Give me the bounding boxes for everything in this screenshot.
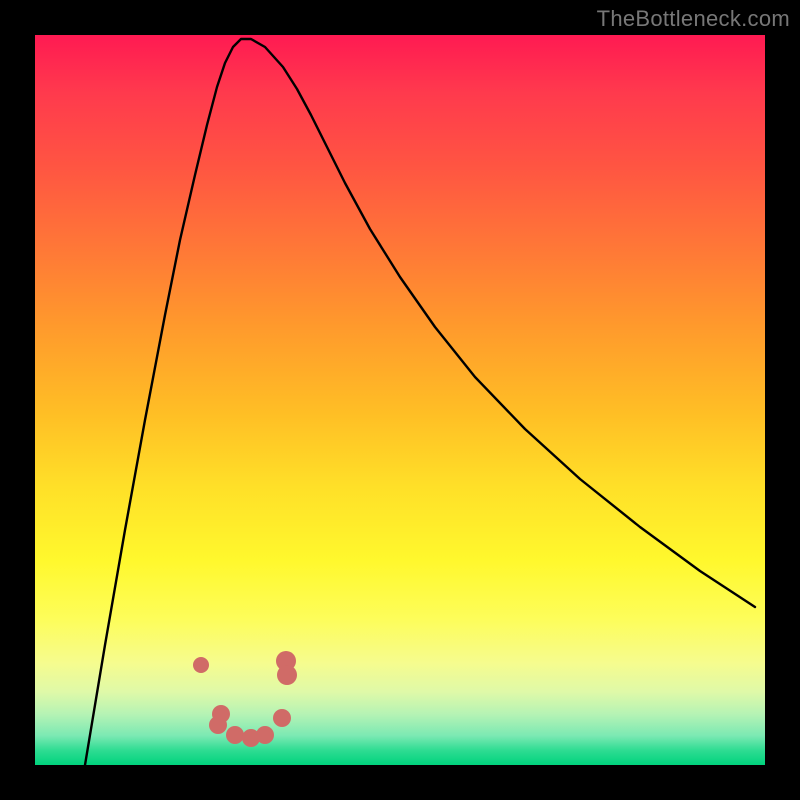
curve-markers — [193, 651, 297, 747]
curve-marker — [256, 726, 274, 744]
plot-area — [35, 35, 765, 765]
chart-frame: TheBottleneck.com — [0, 0, 800, 800]
curve-marker — [273, 709, 291, 727]
curve-marker — [209, 716, 227, 734]
bottleneck-curve — [85, 39, 755, 765]
watermark-text: TheBottleneck.com — [597, 6, 790, 32]
curve-marker — [193, 657, 209, 673]
curve-marker — [277, 665, 297, 685]
curve-marker — [226, 726, 244, 744]
curve-layer — [35, 35, 765, 765]
